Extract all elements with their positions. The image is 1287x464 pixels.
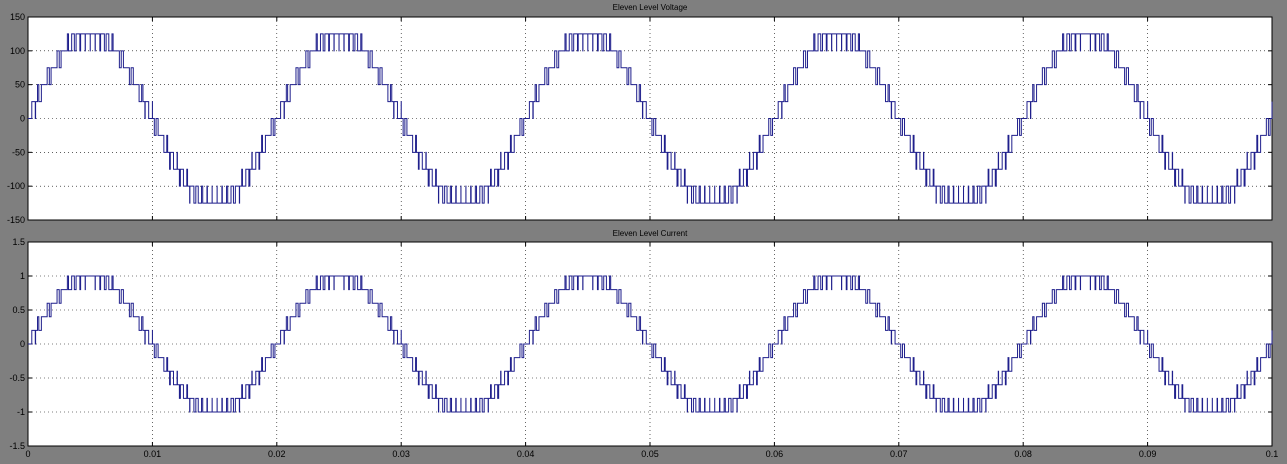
x-tick-label: 0.06 bbox=[766, 449, 784, 459]
y-tick-label: 0.5 bbox=[12, 305, 25, 315]
y-tick-label: 50 bbox=[15, 80, 25, 90]
y-tick-label: 0 bbox=[20, 114, 25, 124]
y-tick-label: 0 bbox=[20, 339, 25, 349]
x-tick-label: 0.02 bbox=[268, 449, 286, 459]
y-tick-label: -150 bbox=[7, 215, 25, 225]
x-tick-label: 0.04 bbox=[517, 449, 535, 459]
y-tick-label: 100 bbox=[10, 46, 25, 56]
current-panel: Eleven Level Current 0 0.01 0.02 0.03 0.04 0.0… bbox=[9, 229, 1278, 459]
y-tick-label: 1.5 bbox=[12, 237, 25, 247]
x-tick-label: 0.08 bbox=[1014, 449, 1032, 459]
y-tick-label: 150 bbox=[10, 12, 25, 22]
y-tick-label: 1 bbox=[20, 271, 25, 281]
chart-title: Eleven Level Voltage bbox=[613, 3, 688, 12]
x-tick-label: 0.1 bbox=[1266, 449, 1279, 459]
chart-title: Eleven Level Current bbox=[613, 229, 688, 238]
y-tick-label: -50 bbox=[12, 147, 25, 157]
y-tick-label: -1 bbox=[17, 407, 25, 417]
x-tick-label: 0.07 bbox=[890, 449, 908, 459]
scope-figure: Eleven Level Voltage-150-100-50050100150… bbox=[7, 3, 1278, 459]
x-tick-label: 0.09 bbox=[1139, 449, 1157, 459]
y-tick-label: -0.5 bbox=[9, 373, 25, 383]
voltage-panel: Eleven Level Voltage -150 -100 -50 0 50 100 150 bbox=[7, 3, 1273, 225]
y-tick-label: -1.5 bbox=[9, 441, 25, 451]
x-tick-label: 0.05 bbox=[641, 449, 659, 459]
x-tick-label: 0 bbox=[25, 449, 30, 459]
x-tick-label: 0.03 bbox=[392, 449, 410, 459]
x-tick-label: 0.01 bbox=[144, 449, 162, 459]
y-tick-label: -100 bbox=[7, 181, 25, 191]
